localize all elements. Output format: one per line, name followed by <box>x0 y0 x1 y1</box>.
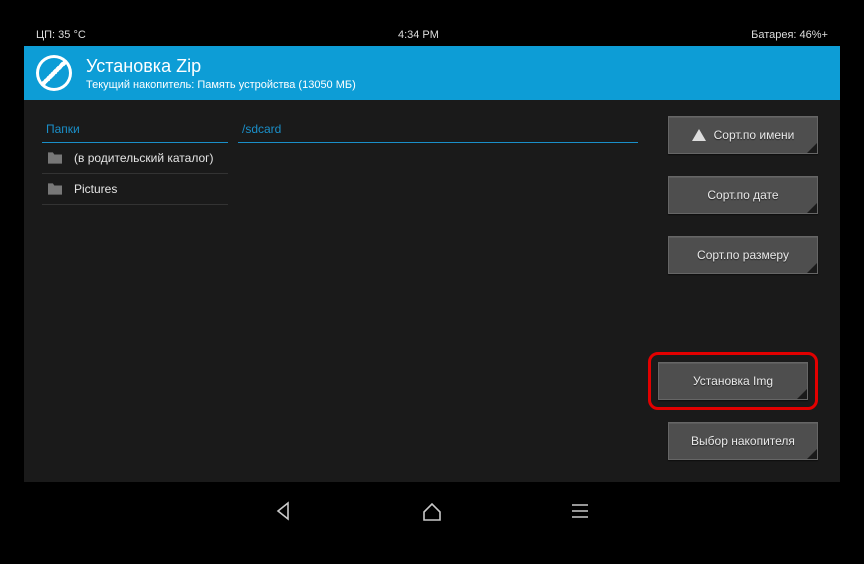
folders-heading: Папки <box>42 116 228 143</box>
install-img-button[interactable]: Установка Img <box>658 362 808 400</box>
folder-label: Pictures <box>74 182 117 196</box>
clock: 4:34 PM <box>398 29 439 41</box>
folder-parent[interactable]: (в родительский каталог) <box>42 143 228 174</box>
cpu-temp: ЦП: 35 °C <box>36 29 86 41</box>
home-icon[interactable] <box>421 500 443 522</box>
back-icon[interactable] <box>273 500 295 522</box>
current-path: /sdcard <box>238 116 638 143</box>
page-title: Установка Zip <box>86 56 356 77</box>
button-label: Сорт.по дате <box>707 188 778 202</box>
button-label: Выбор накопителя <box>691 434 795 448</box>
folder-pictures[interactable]: Pictures <box>42 174 228 205</box>
folders-column: Папки (в родительский каталог) Pictures <box>42 116 228 482</box>
storage-info: Текущий накопитель: Память устройства (1… <box>86 79 356 91</box>
navigation-bar <box>24 482 840 540</box>
sort-by-date-button[interactable]: Сорт.по дате <box>668 176 818 214</box>
folder-icon <box>46 151 64 165</box>
highlight-frame: Установка Img <box>648 352 818 410</box>
select-storage-button[interactable]: Выбор накопителя <box>668 422 818 460</box>
button-label: Сорт.по размеру <box>697 248 789 262</box>
files-column: /sdcard <box>238 116 638 482</box>
folder-label: (в родительский каталог) <box>74 151 214 165</box>
sort-by-name-button[interactable]: Сорт.по имени <box>668 116 818 154</box>
button-label: Установка Img <box>693 374 773 388</box>
battery-status: Батарея: 46%+ <box>751 29 828 41</box>
status-bar: ЦП: 35 °C 4:34 PM Батарея: 46%+ <box>24 24 840 46</box>
menu-icon[interactable] <box>569 500 591 522</box>
app-header: Установка Zip Текущий накопитель: Память… <box>24 46 840 100</box>
sort-asc-icon <box>692 129 706 141</box>
twrp-logo-icon <box>36 55 72 91</box>
sort-by-size-button[interactable]: Сорт.по размеру <box>668 236 818 274</box>
button-label: Сорт.по имени <box>714 128 795 142</box>
folder-icon <box>46 182 64 196</box>
